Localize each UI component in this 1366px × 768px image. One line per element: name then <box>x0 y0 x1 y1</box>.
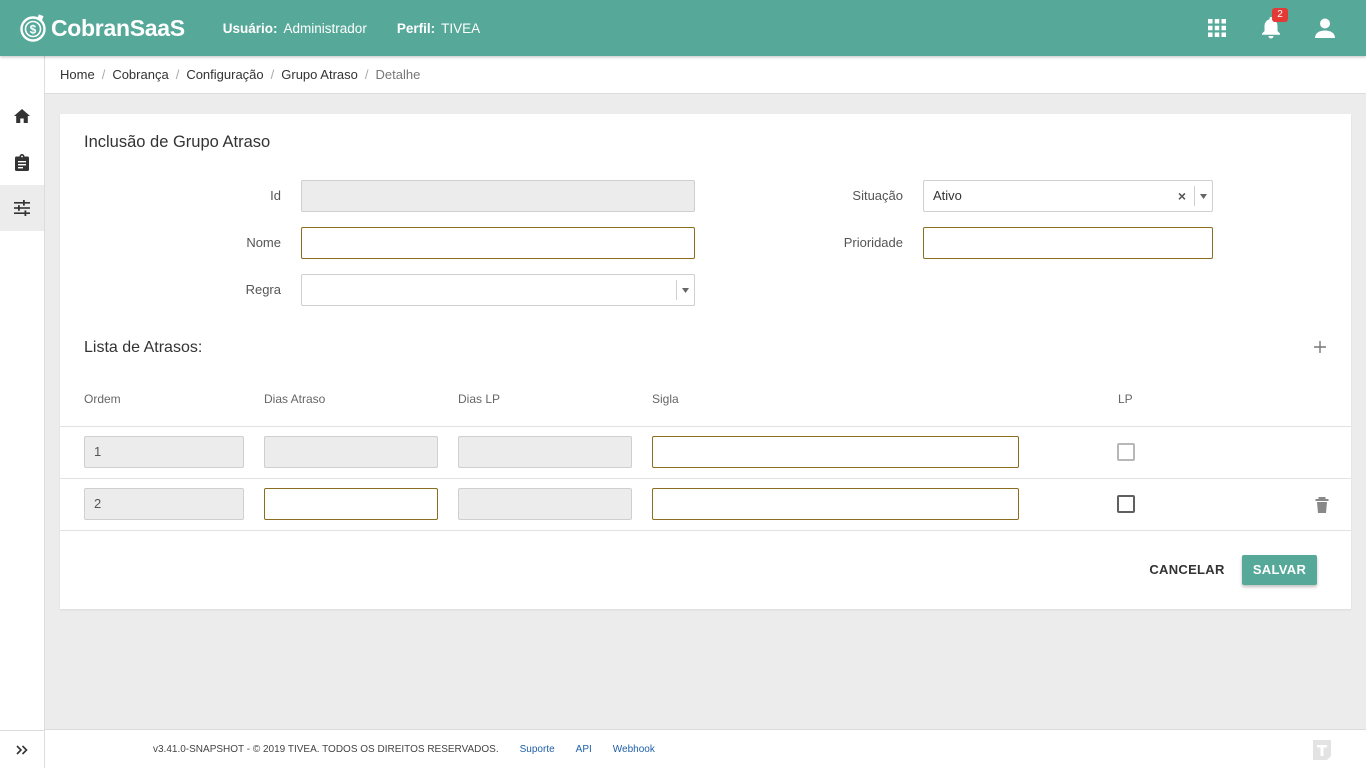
lp-checkbox[interactable] <box>1117 495 1135 513</box>
regra-label: Regra <box>245 282 281 297</box>
cancel-button[interactable]: CANCELAR <box>1142 555 1232 585</box>
column-header-lp: LP <box>1118 392 1133 406</box>
situacao-label: Situação <box>852 188 903 203</box>
sidebar-expand-button[interactable] <box>0 730 44 768</box>
perfil-label: Perfil: <box>396 20 436 36</box>
apps-button[interactable] <box>1190 0 1244 56</box>
dias-atraso-field[interactable] <box>264 488 438 520</box>
footer-link-webhook[interactable]: Webhook <box>613 744 655 755</box>
logo-text: CobranSaaS <box>51 14 185 41</box>
app-logo[interactable]: $ CobranSaaS <box>19 14 185 42</box>
breadcrumb-configuracao[interactable]: Configuração <box>186 67 263 82</box>
breadcrumb-cobranca[interactable]: Cobrança <box>112 67 168 82</box>
add-row-icon[interactable] <box>1311 338 1329 356</box>
page-title: Inclusão de Grupo Atraso <box>84 133 271 151</box>
nome-field[interactable] <box>301 227 695 259</box>
footer: v3.41.0-SNAPSHOT - © 2019 TIVEA. TODOS O… <box>45 729 1366 768</box>
settings-sliders-icon <box>14 200 30 216</box>
top-icons: 2 <box>1190 0 1366 56</box>
footer-version: v3.41.0-SNAPSHOT - © 2019 TIVEA. TODOS O… <box>153 743 499 755</box>
row-divider <box>60 426 1351 427</box>
user-info: Usuário: Administrador <box>223 21 367 36</box>
sigla-field[interactable] <box>652 436 1019 468</box>
footer-link-suporte[interactable]: Suporte <box>520 744 555 755</box>
notifications-button[interactable]: 2 <box>1244 0 1298 56</box>
row-divider <box>60 478 1351 479</box>
sigla-field[interactable] <box>652 488 1019 520</box>
id-field <box>301 180 695 212</box>
sidebar-item-cobranca[interactable] <box>0 139 44 185</box>
user-icon <box>1315 18 1335 38</box>
logo-icon: $ <box>20 14 46 42</box>
sidebar-item-home[interactable] <box>0 93 44 139</box>
footer-link-api[interactable]: API <box>576 744 592 755</box>
user-label: Usuário: <box>222 20 278 36</box>
svg-text:$: $ <box>30 23 37 37</box>
column-header-dias-lp: Dias LP <box>458 392 501 406</box>
regra-select[interactable] <box>301 274 695 306</box>
notification-badge: 2 <box>1272 8 1288 22</box>
id-label: Id <box>270 188 281 203</box>
dias-lp-field <box>458 488 632 520</box>
perfil-info: Perfil: TIVEA <box>397 21 480 36</box>
ordem-field: 1 <box>84 436 244 468</box>
lp-checkbox[interactable] <box>1117 443 1135 461</box>
sidebar <box>0 56 45 768</box>
home-icon <box>14 109 30 123</box>
user-value: Administrador <box>283 20 367 36</box>
double-chevron-right-icon <box>16 744 28 755</box>
top-bar: $ CobranSaaS Usuário: Administrador Perfi… <box>0 0 1366 56</box>
trash-icon[interactable] <box>1315 497 1329 513</box>
column-header-dias-atraso: Dias Atraso <box>264 392 326 406</box>
form-card: Inclusão de Grupo Atraso Id Nome Regra S… <box>60 114 1351 609</box>
sidebar-item-configuracao[interactable] <box>0 185 44 231</box>
situacao-select[interactable]: Ativo × <box>923 180 1213 212</box>
clear-icon[interactable]: × <box>1178 181 1186 211</box>
breadcrumb-home[interactable]: Home <box>60 67 95 82</box>
breadcrumb-separator: / <box>175 67 180 82</box>
apps-grid-icon <box>1208 19 1226 37</box>
prioridade-label: Prioridade <box>843 235 903 250</box>
breadcrumb-separator: / <box>364 67 369 82</box>
row-divider <box>60 530 1351 531</box>
breadcrumb-separator: / <box>270 67 275 82</box>
dias-lp-field <box>458 436 632 468</box>
save-button[interactable]: SALVAR <box>1242 555 1317 585</box>
perfil-value: TIVEA <box>441 20 481 36</box>
situacao-select-value: Ativo <box>933 188 962 203</box>
tivea-logo-icon <box>1313 740 1331 760</box>
breadcrumb-grupo-atraso[interactable]: Grupo Atraso <box>281 67 358 82</box>
breadcrumb-detalhe: Detalhe <box>375 67 421 82</box>
breadcrumb: Home / Cobrança / Configuração / Grupo A… <box>45 56 1366 94</box>
prioridade-field[interactable] <box>923 227 1213 259</box>
column-header-ordem: Ordem <box>84 392 121 406</box>
ordem-field: 2 <box>84 488 244 520</box>
breadcrumb-separator: / <box>101 67 106 82</box>
user-menu-button[interactable] <box>1298 0 1352 56</box>
list-title: Lista de Atrasos: <box>84 339 203 356</box>
column-header-sigla: Sigla <box>652 392 679 406</box>
nome-label: Nome <box>246 235 281 250</box>
dropdown-arrow-icon[interactable] <box>1194 186 1212 206</box>
dropdown-arrow-icon[interactable] <box>676 280 694 300</box>
clipboard-icon <box>15 153 29 171</box>
dias-atraso-field <box>264 436 438 468</box>
